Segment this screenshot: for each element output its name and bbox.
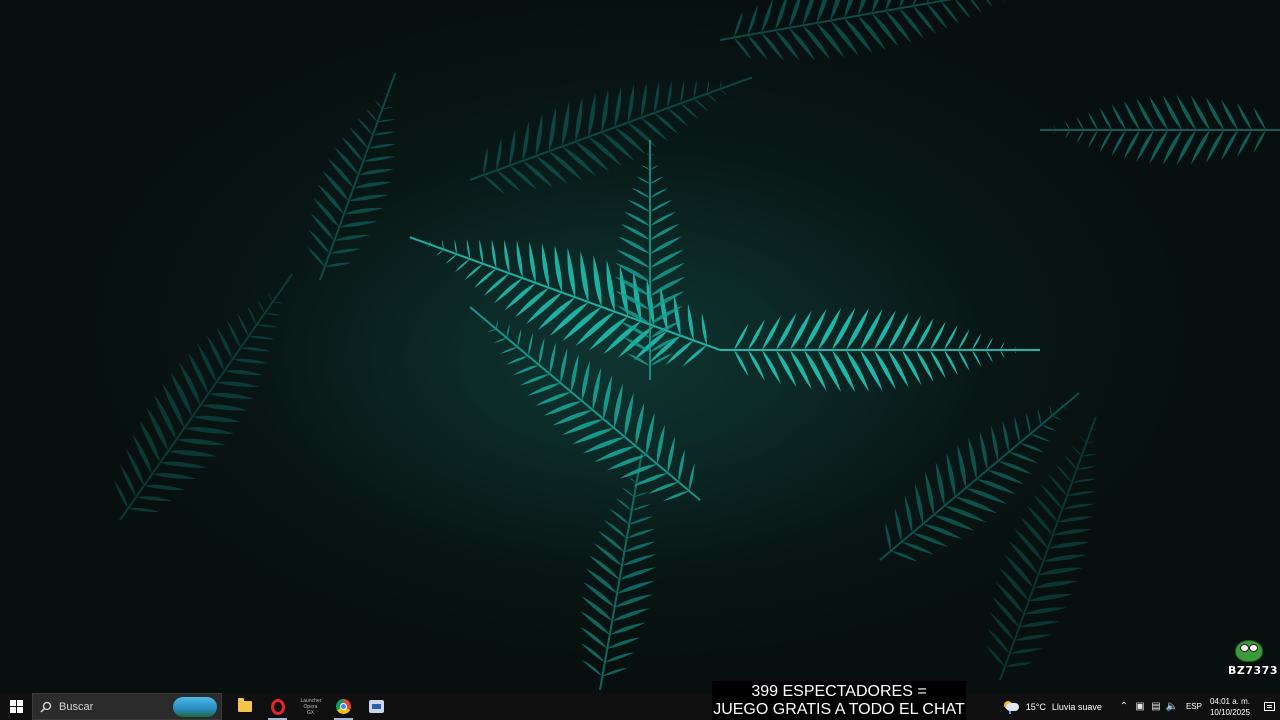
language-indicator[interactable]: ESP [1186, 702, 1202, 711]
search-placeholder: Buscar [59, 700, 94, 713]
volume-icon[interactable]: 🔈 [1164, 693, 1180, 720]
weather-desc: Lluvia suave [1051, 701, 1102, 712]
launcher-label: Launcher Opera GX [300, 697, 322, 716]
opera-gx-button[interactable] [261, 693, 294, 720]
fern-wallpaper [114, 0, 1280, 691]
network-icon[interactable]: ▤ [1148, 693, 1164, 720]
opera-icon [270, 698, 285, 715]
channel-watermark: BZ7373 [1228, 640, 1278, 677]
weather-widget[interactable]: 15°C Lluvia suave [1003, 700, 1102, 714]
store-button[interactable] [360, 693, 393, 720]
overlay-line-2: JUEGO GRATIS A TODO EL CHAT [713, 701, 965, 718]
store-icon [369, 700, 384, 713]
chrome-button[interactable] [327, 693, 360, 720]
opera-gx-launcher-button[interactable]: Launcher Opera GX [294, 693, 327, 720]
pinned-apps: Launcher Opera GX [228, 693, 393, 720]
search-icon [33, 701, 59, 713]
chevron-up-icon[interactable]: ⌃ [1116, 693, 1132, 720]
stream-overlay-banner: 399 ESPECTADORES = JUEGO GRATIS A TODO E… [712, 681, 966, 720]
frog-logo-icon [1235, 640, 1263, 662]
windows-logo-icon [9, 700, 23, 713]
notifications-button[interactable] [1258, 693, 1280, 720]
rain-cloud-icon [1003, 700, 1020, 714]
search-highlight-icon [173, 697, 217, 717]
weather-temp: 15°C [1025, 701, 1046, 712]
clock[interactable]: 04:01 a. m. 10/10/2025 [1210, 696, 1250, 718]
notification-icon [1263, 702, 1275, 711]
overlay-line-1: 399 ESPECTADORES = [751, 683, 927, 700]
system-tray: 15°C Lluvia suave ⌃ ▣ ▤ 🔈 ESP 04:01 a. m.… [1003, 693, 1280, 720]
watermark-text: BZ7373 [1228, 664, 1278, 677]
device-icon[interactable]: ▣ [1132, 693, 1148, 720]
folder-icon [237, 698, 252, 712]
chrome-icon [336, 699, 351, 714]
desktop-wallpaper: BZ7373 [0, 0, 1280, 693]
taskbar-search-box[interactable]: Buscar [32, 693, 222, 720]
clock-time: 04:01 a. m. [1209, 696, 1250, 706]
file-explorer-button[interactable] [228, 693, 261, 720]
clock-date: 10/10/2025 [1209, 707, 1250, 717]
start-button[interactable] [0, 693, 32, 720]
